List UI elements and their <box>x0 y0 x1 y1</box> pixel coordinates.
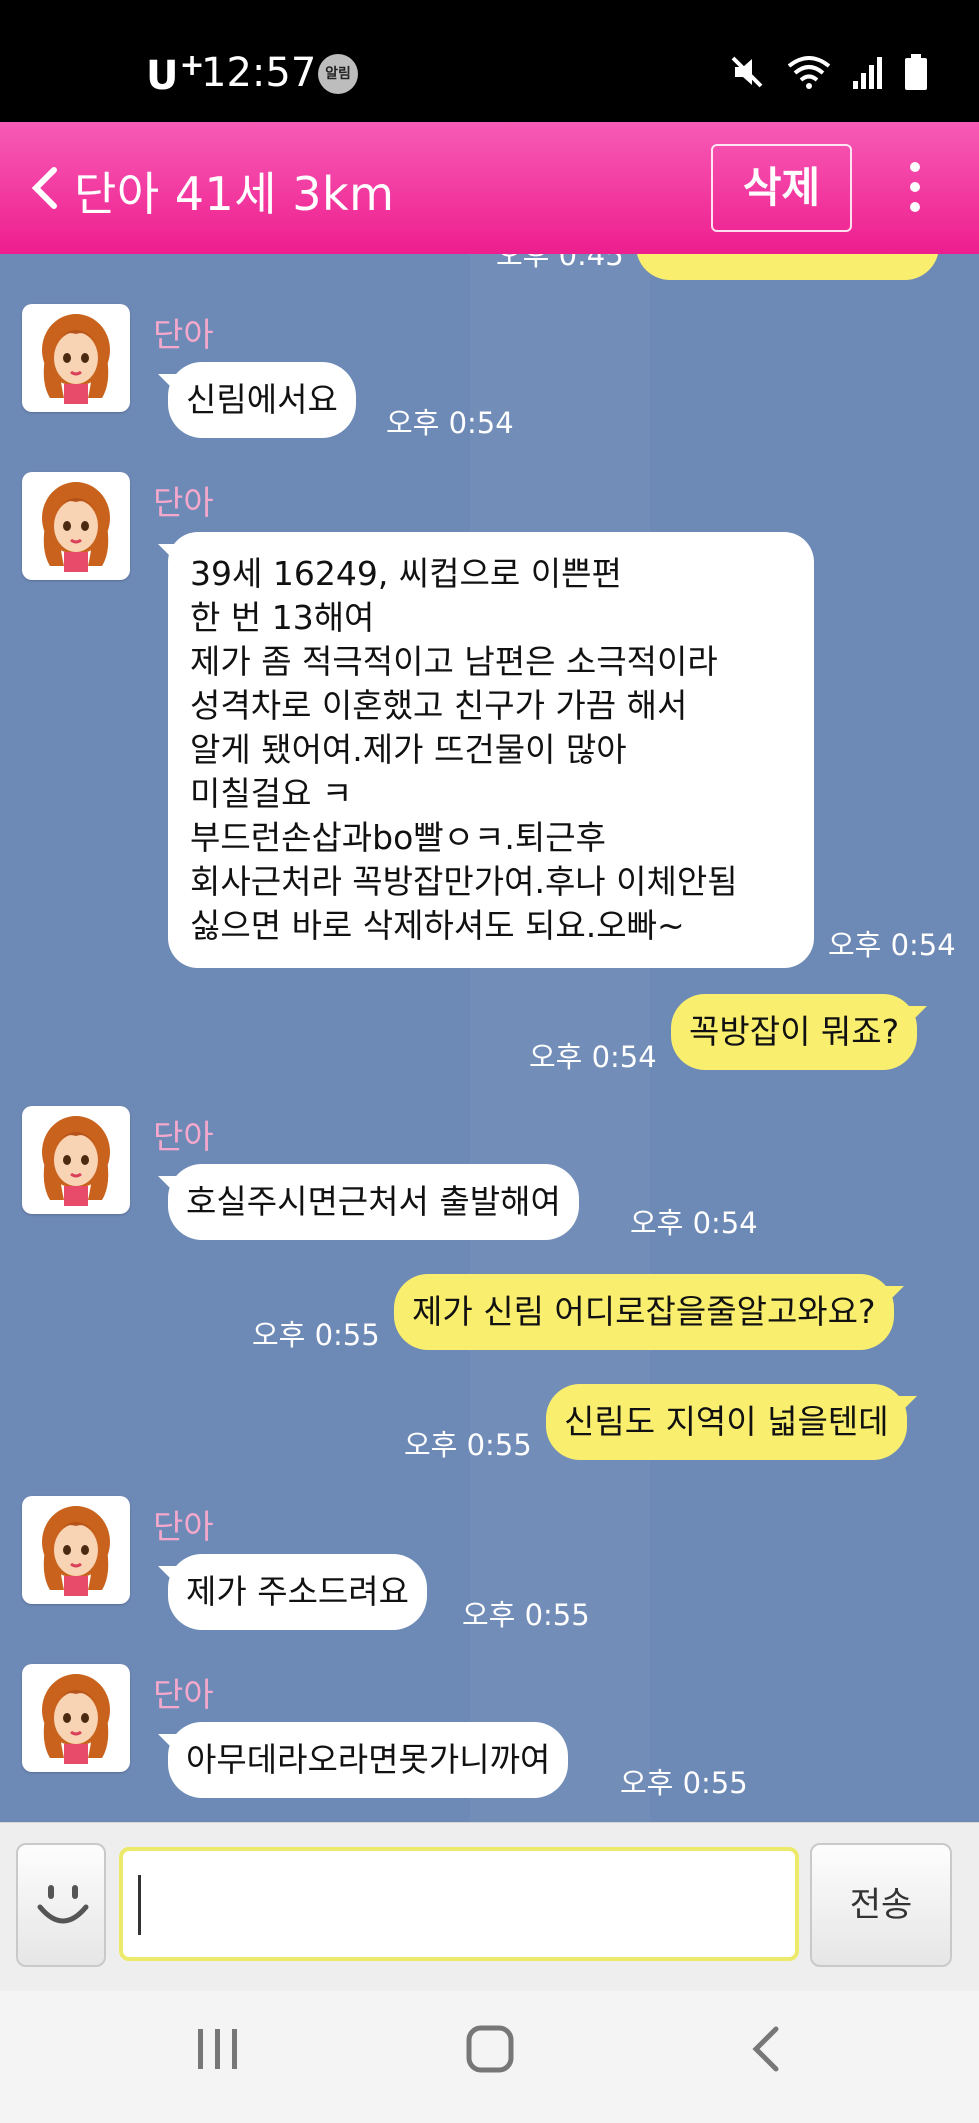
outgoing-bubble: 꼭방잡이 뭐죠? <box>671 994 928 1070</box>
message-input[interactable] <box>119 1847 799 1961</box>
girl-avatar-icon <box>42 1506 110 1596</box>
message-line: 부드런손삽과bo빨ㅇㅋ.퇴근후 <box>190 818 606 857</box>
message-time: 오후 0:55 <box>404 1428 532 1462</box>
outgoing-bubble-partial <box>636 254 939 280</box>
mute-icon <box>731 56 763 88</box>
message-line: 싫으면 바로 삭제하셔도 되요.오빠~ <box>190 906 685 945</box>
sender-name: 단아 <box>153 483 214 522</box>
notification-badge-icon: 알림 <box>318 54 358 94</box>
navigation-bar <box>0 1991 979 2123</box>
girl-avatar-icon <box>42 1674 110 1764</box>
clock: 12:57 <box>201 50 317 96</box>
avatar[interactable] <box>22 1496 130 1604</box>
input-bar: 전송 <box>0 1822 979 1991</box>
outgoing-bubble: 제가 신림 어디로잡을줄알고와요? <box>394 1274 904 1350</box>
text-caret <box>138 1875 141 1935</box>
chat-area[interactable]: 오후 0:45 단아 신림에서요 오후 0:54 단아 39세 16249, 씨… <box>0 254 979 1822</box>
message-line: 한 번 13해여 <box>190 598 375 637</box>
message-time: 오후 0:55 <box>462 1598 590 1632</box>
girl-avatar-icon <box>42 482 110 572</box>
incoming-bubble-long: 39세 16249, 씨컵으로 이쁜편 한 번 13해여 제가 좀 적극적이고 … <box>158 532 814 968</box>
message-line: 39세 16249, 씨컵으로 이쁜편 <box>190 554 622 593</box>
girl-avatar-icon <box>42 1116 110 1206</box>
message-time: 오후 0:55 <box>252 1318 380 1352</box>
back-icon[interactable] <box>28 166 64 210</box>
avatar[interactable] <box>22 472 130 580</box>
message-line: 성격차로 이혼했고 친구가 가끔 해서 <box>190 686 688 725</box>
incoming-bubble: 호실주시면근처서 출발해여 <box>158 1164 579 1240</box>
sender-name: 단아 <box>153 315 214 354</box>
girl-avatar-icon <box>42 314 110 404</box>
home-icon[interactable] <box>466 2025 514 2073</box>
message-time: 오후 0:54 <box>529 1040 657 1074</box>
sender-name: 단아 <box>153 1117 214 1156</box>
incoming-bubble: 신림에서요 <box>158 362 356 438</box>
delete-button[interactable]: 삭제 <box>711 144 852 232</box>
avatar[interactable] <box>22 1106 130 1214</box>
back-nav-icon[interactable] <box>750 2025 782 2073</box>
message-line: 회사근처라 꼭방잡만가여.후나 이체안됨 <box>190 862 738 901</box>
message-line: 알게 됐어여.제가 뜨건물이 많아 <box>190 730 627 769</box>
avatar[interactable] <box>22 1664 130 1772</box>
status-bar: U+ 12:57 알림 <box>0 0 979 122</box>
system-icons <box>729 50 927 94</box>
incoming-bubble: 제가 주소드려요 <box>157 1554 428 1630</box>
message-line: 미칠걸요 ㅋ <box>190 774 353 813</box>
avatar[interactable] <box>22 304 130 412</box>
message-time: 오후 0:45 <box>496 254 624 272</box>
chat-header: 단아 41세 3km 삭제 <box>0 122 979 254</box>
send-button[interactable]: 전송 <box>810 1843 952 1967</box>
message-time: 오후 0:54 <box>630 1206 758 1240</box>
wifi-icon <box>787 56 831 89</box>
carrier-label: U+ <box>146 48 205 99</box>
incoming-bubble: 아무데라오라면못가니까여 <box>157 1722 569 1798</box>
message-time: 오후 0:54 <box>386 406 514 440</box>
battery-icon <box>905 54 927 90</box>
recent-apps-icon[interactable] <box>196 2025 240 2073</box>
chat-title: 단아 41세 3km <box>74 167 395 221</box>
outgoing-bubble: 신림도 지역이 넓을텐데 <box>546 1384 917 1460</box>
signal-icon <box>853 57 882 89</box>
sender-name: 단아 <box>153 1507 214 1546</box>
emoji-button[interactable] <box>16 1843 106 1967</box>
sender-name: 단아 <box>153 1675 214 1714</box>
message-line: 제가 좀 적극적이고 남편은 소극적이라 <box>190 642 718 681</box>
more-options-icon[interactable] <box>900 162 930 216</box>
message-time: 오후 0:55 <box>620 1766 748 1800</box>
smiley-icon <box>37 1885 89 1924</box>
message-time: 오후 0:54 <box>828 928 956 962</box>
